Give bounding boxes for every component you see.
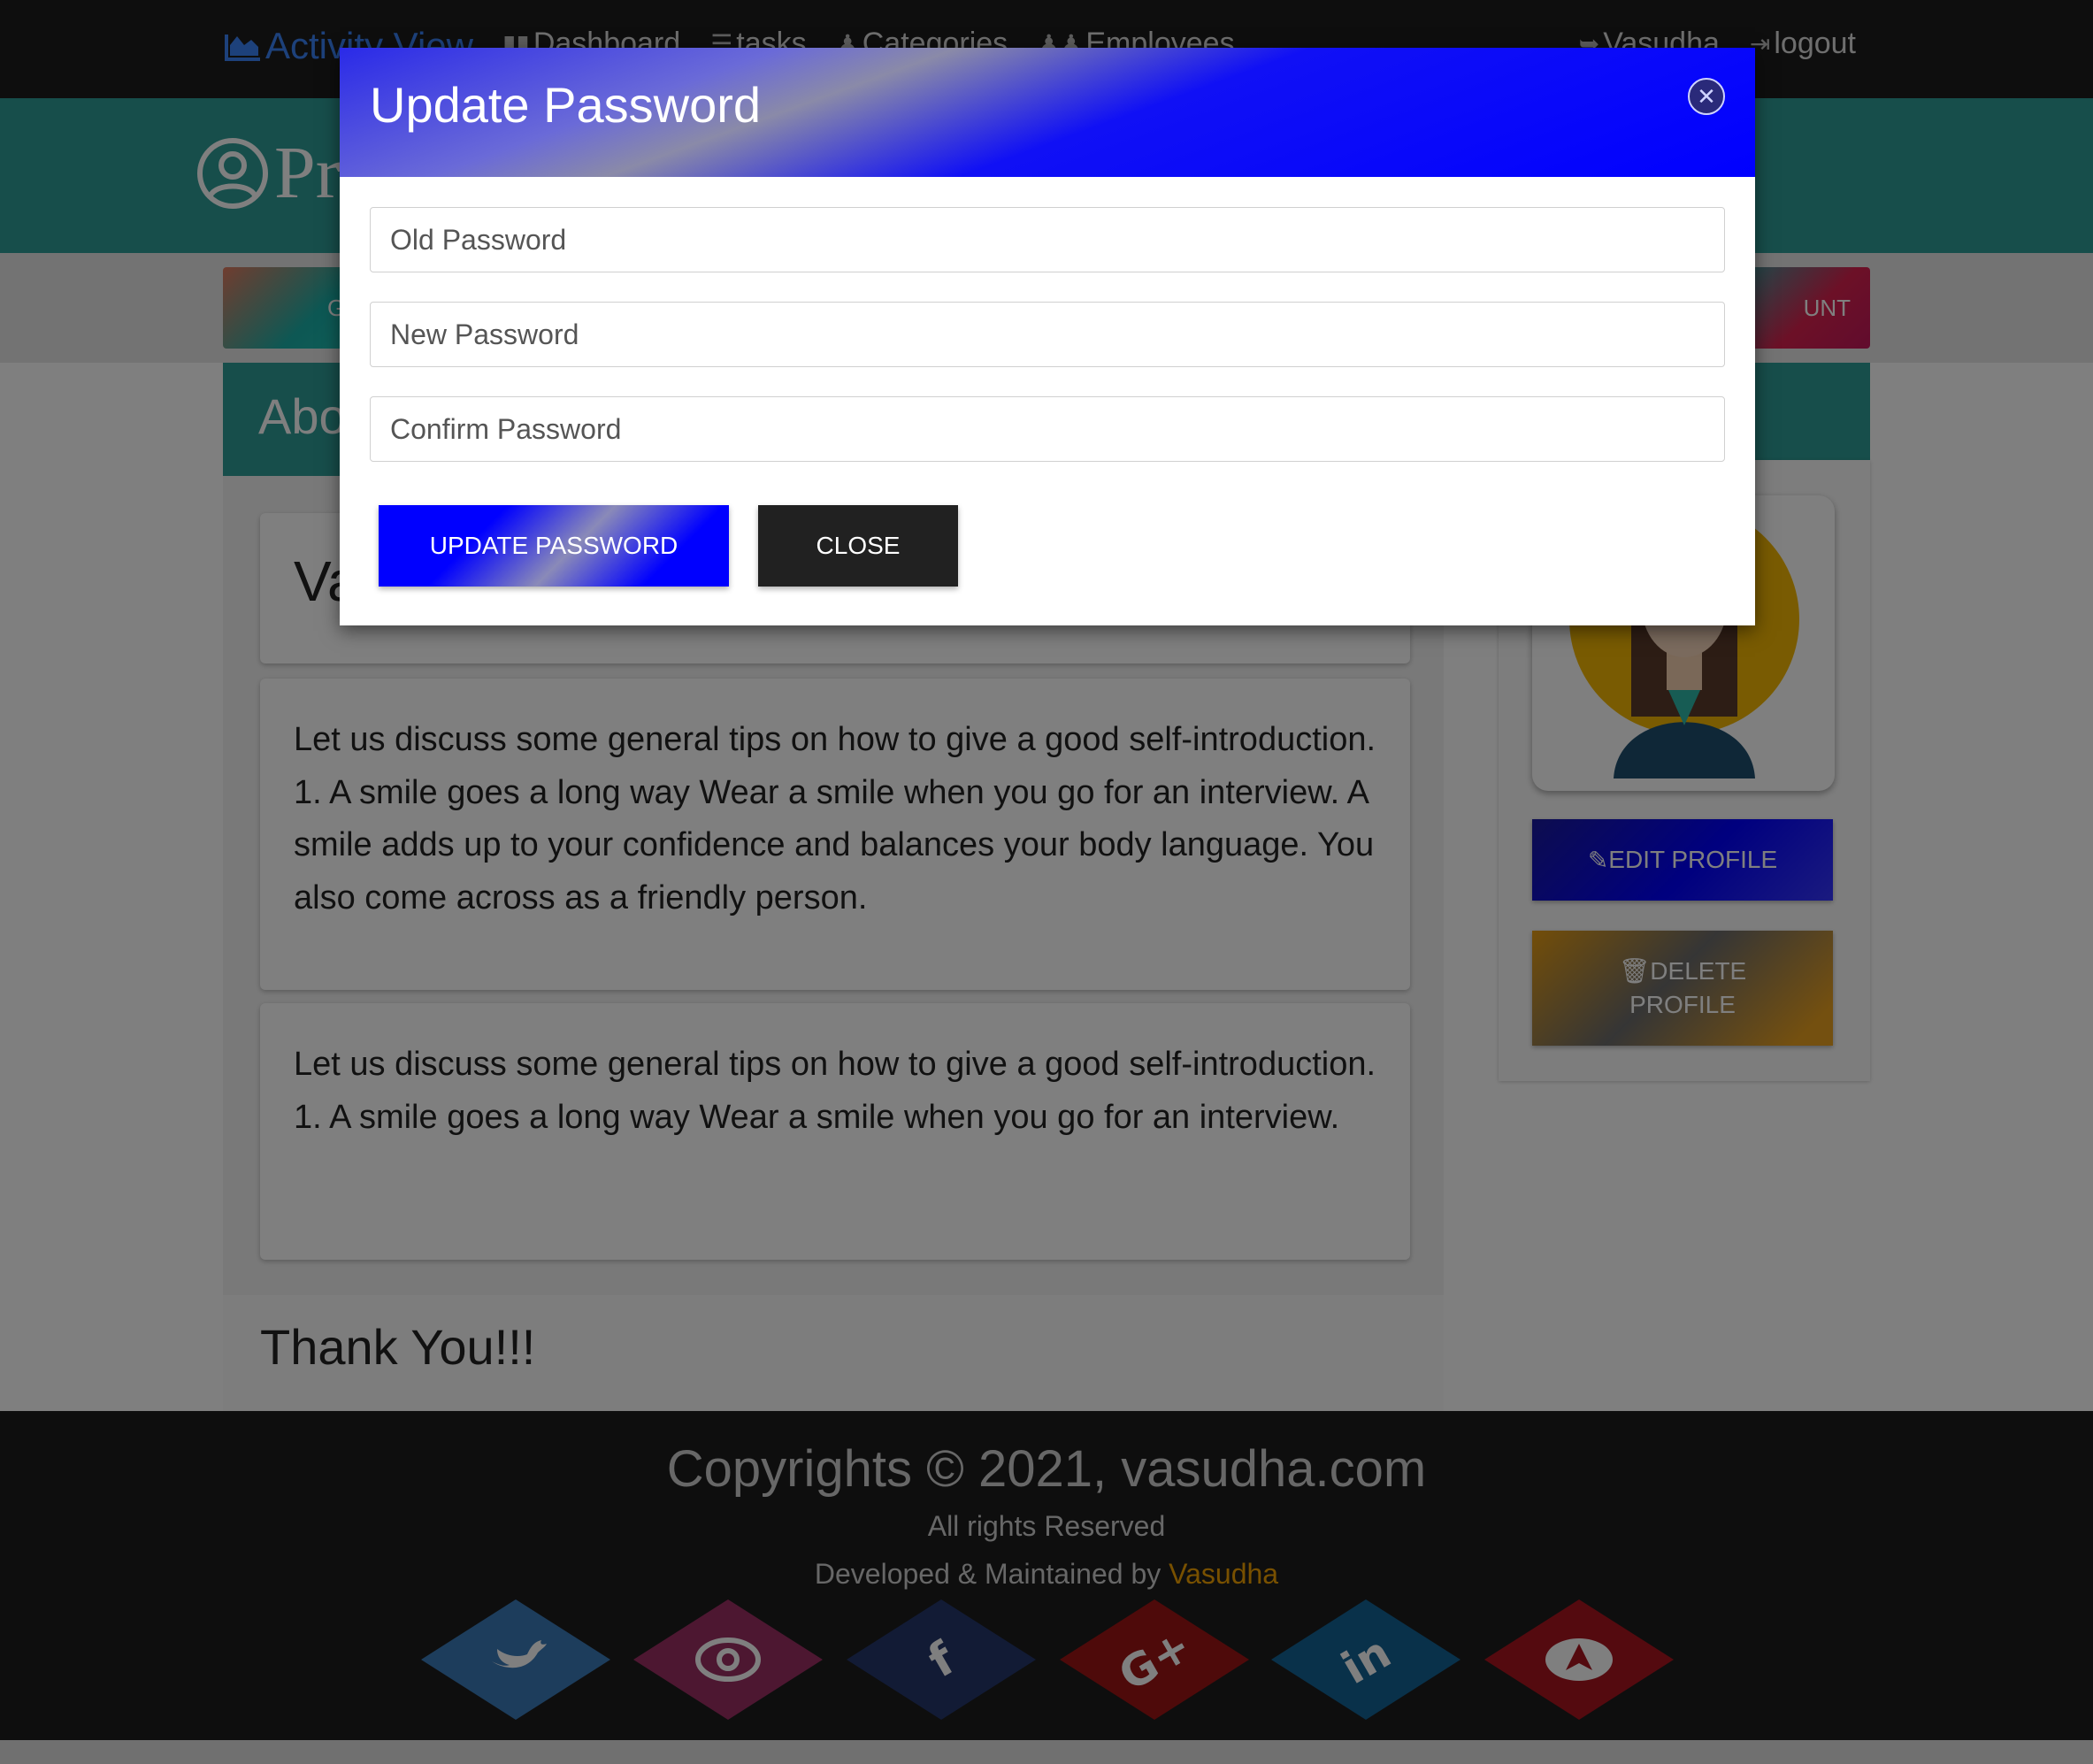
update-password-modal: Update Password ✕ UPDATE PASSWORD CLOSE xyxy=(340,48,1755,625)
update-password-button[interactable]: UPDATE PASSWORD xyxy=(379,505,729,587)
modal-body: UPDATE PASSWORD CLOSE xyxy=(340,177,1755,625)
new-password-field[interactable] xyxy=(370,302,1725,367)
confirm-password-field[interactable] xyxy=(370,396,1725,462)
modal-title: Update Password xyxy=(370,77,762,133)
modal-header: Update Password ✕ xyxy=(340,48,1755,177)
close-button[interactable]: CLOSE xyxy=(758,505,958,587)
modal-close-icon[interactable]: ✕ xyxy=(1688,78,1725,115)
old-password-field[interactable] xyxy=(370,207,1725,272)
